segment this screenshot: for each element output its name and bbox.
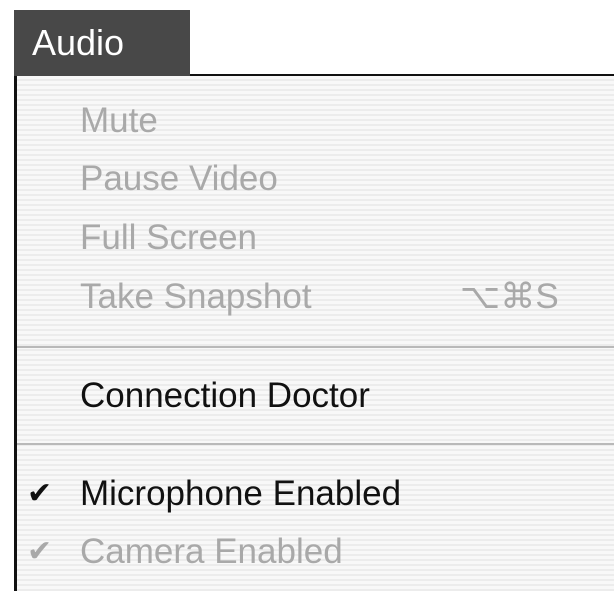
menu-item-label: Mute <box>80 101 158 140</box>
menu-bar: Audio <box>0 0 614 77</box>
menu-item-label: Full Screen <box>80 218 258 257</box>
menu-title-audio[interactable]: Audio <box>14 10 190 76</box>
menu-item-label: Microphone Enabled <box>80 474 402 513</box>
menu-item-label: Connection Doctor <box>80 376 370 415</box>
menu-item-label: Camera Enabled <box>80 532 343 571</box>
keyboard-shortcut: ⌥⌘S <box>460 277 559 316</box>
menu-item-full-screen[interactable]: Full Screen <box>17 210 614 266</box>
checkmark-icon: ✔ <box>27 477 53 510</box>
menu-item-microphone-enabled[interactable]: ✔ Microphone Enabled <box>17 466 614 522</box>
menu-item-mute[interactable]: Mute <box>17 93 614 149</box>
menu-item-label: Pause Video <box>80 159 278 198</box>
menu-separator <box>17 346 614 348</box>
checkmark-icon: ✔ <box>27 535 53 568</box>
menu-item-camera-enabled[interactable]: ✔ Camera Enabled <box>17 524 614 580</box>
menu-item-take-snapshot[interactable]: Take Snapshot ⌥⌘S <box>17 269 614 325</box>
audio-dropdown-menu: Mute Pause Video Full Screen Take Snapsh… <box>14 76 614 591</box>
menu-item-connection-doctor[interactable]: Connection Doctor <box>17 368 614 424</box>
menu-item-pause-video[interactable]: Pause Video <box>17 151 614 207</box>
menu-item-label: Take Snapshot <box>80 277 312 316</box>
menu-separator <box>17 443 614 445</box>
